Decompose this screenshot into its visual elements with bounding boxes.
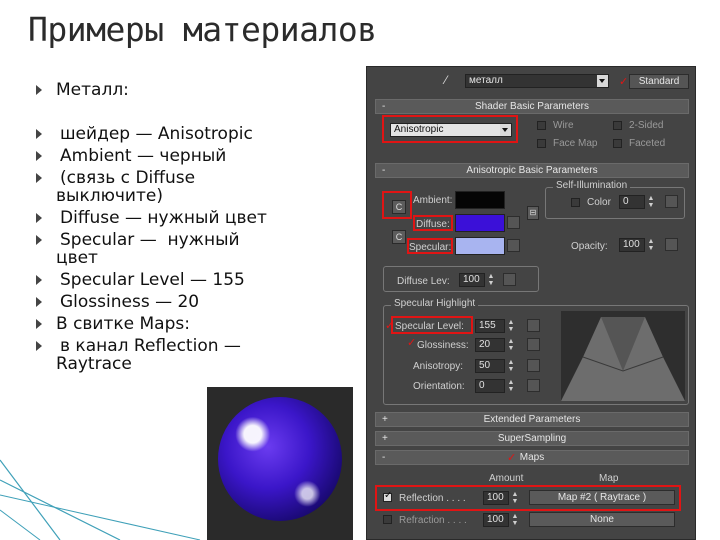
bullet-arrow-icon: [36, 275, 42, 285]
decorative-corner: [0, 459, 201, 540]
two-sided-label: 2-Sided: [629, 120, 664, 131]
opacity-field[interactable]: 100: [619, 238, 645, 252]
diffuse-level-map-button[interactable]: [503, 273, 516, 286]
bullet-arrow-icon: [36, 85, 42, 95]
orientation-label: Orientation:: [413, 381, 465, 392]
check-mark-icon: ✓: [619, 76, 629, 88]
rollout-shader-basic[interactable]: - Shader Basic Parameters: [375, 99, 689, 114]
check-mark-icon: ✓: [507, 452, 517, 464]
material-type-button[interactable]: Standard: [629, 74, 689, 89]
specular-highlight-title: Specular Highlight: [391, 298, 479, 310]
bullet-arrow-icon: [36, 297, 42, 307]
spinner-icon[interactable]: ▲ ▼: [507, 379, 515, 393]
specular-level-field[interactable]: 155: [475, 319, 505, 333]
material-preview: [207, 387, 353, 540]
refraction-label: Refraction . . . .: [399, 515, 467, 526]
spinner-icon[interactable]: ▲ ▼: [507, 338, 515, 352]
material-name-field[interactable]: металл: [465, 74, 609, 88]
self-illumination-color-checkbox[interactable]: [571, 198, 580, 207]
eyedropper-icon[interactable]: ⁄: [445, 73, 459, 87]
orientation-field[interactable]: 0: [475, 379, 505, 393]
refraction-map-button[interactable]: None: [529, 512, 675, 527]
refraction-amount-field[interactable]: 100: [483, 513, 509, 527]
bullet-arrow-icon: [36, 235, 42, 245]
refraction-checkbox[interactable]: [383, 515, 392, 524]
wire-checkbox[interactable]: [537, 121, 546, 130]
material-sphere: [218, 397, 342, 521]
diffuse-level-field[interactable]: 100: [459, 273, 485, 287]
two-sided-checkbox[interactable]: [613, 121, 622, 130]
diffuse-color-swatch[interactable]: [455, 214, 505, 232]
self-illumination-value[interactable]: 0: [619, 195, 645, 209]
material-editor-panel: ⁄ металл ✓ Standard - Shader Basic Param…: [366, 66, 696, 540]
faceted-checkbox[interactable]: [613, 139, 622, 148]
specular-color-swatch[interactable]: [455, 237, 505, 255]
highlight-box: [413, 215, 453, 231]
rollout-extended-parameters[interactable]: + Extended Parameters: [375, 412, 689, 427]
ambient-color-swatch[interactable]: [455, 191, 505, 209]
rollout-supersampling[interactable]: + SuperSampling: [375, 431, 689, 446]
slide-title: Примеры материалов: [28, 10, 377, 49]
specular-map-button[interactable]: [507, 239, 520, 252]
ambient-label: Ambient:: [413, 195, 453, 206]
glossiness-label: Glossiness:: [417, 340, 469, 351]
anisotropy-field[interactable]: 50: [475, 359, 505, 373]
highlight-box: [407, 238, 453, 254]
bullet-arrow-icon: [36, 213, 42, 223]
highlight-box: [382, 191, 412, 219]
specular-highlight-graph: [561, 311, 685, 401]
self-illumination-title: Self-Illumination: [553, 180, 631, 192]
anisotropy-label: Anisotropy:: [413, 361, 464, 372]
bullet-arrow-icon: [36, 129, 42, 139]
face-map-label: Face Map: [553, 138, 598, 149]
spinner-icon[interactable]: ▲ ▼: [507, 319, 515, 333]
rollout-anisotropic-basic[interactable]: - Anisotropic Basic Parameters: [375, 163, 689, 178]
map-header: Map: [599, 473, 619, 484]
glossiness-field[interactable]: 20: [475, 338, 505, 352]
face-map-checkbox[interactable]: [537, 139, 546, 148]
opacity-map-button[interactable]: [665, 238, 678, 251]
lock-diffuse-specular-icon[interactable]: C: [392, 230, 406, 244]
diffuse-level-label: Diffuse Lev:: [397, 276, 450, 287]
chevron-down-icon: [597, 75, 608, 87]
amount-header: Amount: [489, 473, 524, 484]
lock-icon[interactable]: ⊟: [527, 206, 539, 220]
bullet-arrow-icon: [36, 151, 42, 161]
faceted-label: Faceted: [629, 138, 666, 149]
spinner-icon[interactable]: ▲ ▼: [487, 273, 495, 287]
highlight-box: [391, 316, 473, 334]
highlight-box: [375, 485, 681, 511]
specular-level-map-button[interactable]: [527, 319, 540, 332]
check-mark-icon: ✓: [407, 337, 417, 349]
spinner-icon[interactable]: ▲ ▼: [647, 195, 655, 209]
spinner-icon[interactable]: ▲ ▼: [647, 238, 655, 252]
wire-label: Wire: [553, 120, 574, 131]
orientation-map-button[interactable]: [527, 379, 540, 392]
bullet-arrow-icon: [36, 173, 42, 183]
color-label: Color: [587, 197, 611, 208]
spinner-icon[interactable]: ▲ ▼: [511, 513, 519, 527]
bullet-arrow-icon: [36, 319, 42, 329]
self-illumination-map-button[interactable]: [665, 195, 678, 208]
anisotropy-map-button[interactable]: [527, 359, 540, 372]
rollout-maps[interactable]: - Maps: [375, 450, 689, 465]
spinner-icon[interactable]: ▲ ▼: [507, 359, 515, 373]
bullet-arrow-icon: [36, 341, 42, 351]
highlight-box: [382, 115, 518, 143]
diffuse-map-button[interactable]: [507, 216, 520, 229]
opacity-label: Opacity:: [571, 241, 608, 252]
glossiness-map-button[interactable]: [527, 338, 540, 351]
